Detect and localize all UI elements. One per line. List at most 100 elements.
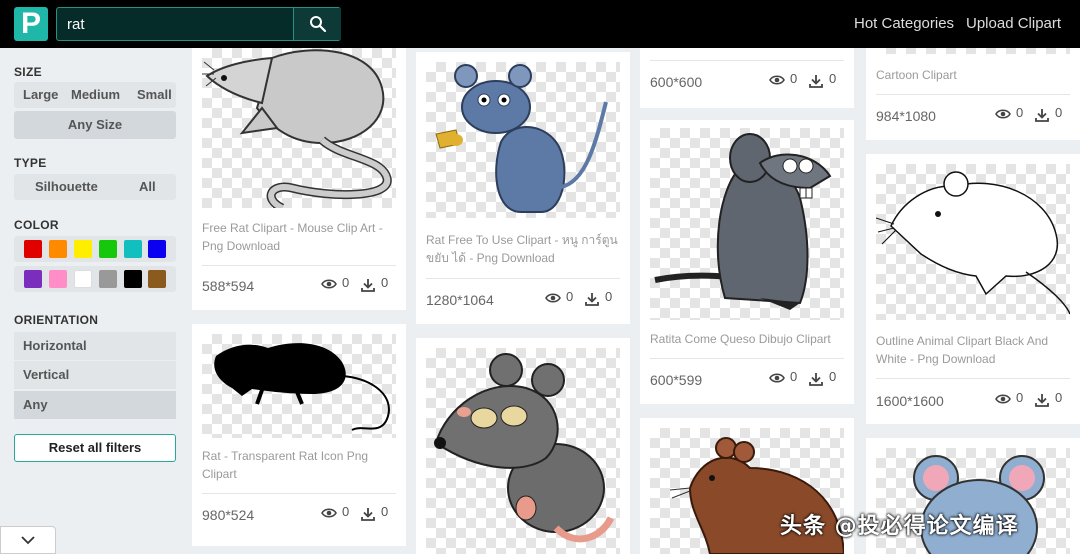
type-silhouette[interactable]: Silhouette	[35, 174, 98, 200]
top-bar: P Hot Categories Upload Clipart	[0, 0, 1080, 48]
clipart-card[interactable]: Cartoon Clipart 984*1080 0 0	[866, 48, 1080, 140]
color-swatch[interactable]	[49, 270, 67, 288]
download-icon	[809, 373, 823, 386]
card-title[interactable]: Rat Free To Use Clipart - หนู การ์ตูน ขย…	[426, 231, 622, 267]
card-dimensions: 1280*1064	[426, 292, 494, 308]
download-count-value: 0	[605, 289, 613, 304]
eye-icon	[769, 75, 785, 85]
outline-rat-icon	[876, 164, 1070, 320]
nav-upload-clipart[interactable]: Upload Clipart	[966, 0, 1061, 48]
card-divider	[876, 94, 1070, 95]
clipart-card[interactable]: Free Rat Clipart - Mouse Clip Art - Png …	[192, 48, 406, 310]
color-swatch[interactable]	[99, 270, 117, 288]
clipart-card[interactable]: Ratita Come Queso Dibujo Clipart 600*599…	[640, 120, 854, 404]
color-swatch[interactable]	[148, 270, 166, 288]
color-swatch[interactable]	[74, 240, 92, 258]
card-dimensions: 980*524	[202, 507, 255, 523]
filter-sidebar: SIZE Large Medium Small Any Size TYPE Si…	[0, 48, 190, 554]
size-small[interactable]: Small	[137, 82, 172, 108]
gray-rat-clipart-icon	[202, 48, 396, 208]
color-swatch[interactable]	[124, 240, 142, 258]
card-divider	[426, 278, 620, 279]
type-all[interactable]: All	[139, 174, 156, 200]
orientation-title: ORIENTATION	[14, 313, 99, 327]
eye-icon	[545, 293, 561, 303]
download-icon	[361, 508, 375, 521]
color-swatch[interactable]	[148, 240, 166, 258]
card-title[interactable]: Outline Animal Clipart Black And White -…	[876, 332, 1072, 368]
download-icon	[1035, 109, 1049, 122]
rat-silhouette-icon	[202, 334, 396, 438]
orientation-horizontal[interactable]: Horizontal	[14, 332, 176, 360]
eye-icon	[995, 109, 1011, 119]
watermark-text: 头条 @投必得论文编译	[780, 514, 1019, 539]
view-count-value: 0	[790, 369, 798, 384]
cropped-clipart-icon	[876, 48, 1070, 54]
card-title[interactable]: Rat - Transparent Rat Icon Png Clipart	[202, 447, 398, 483]
clipart-card[interactable]: 600*600 0 0	[640, 48, 854, 108]
download-icon	[361, 279, 375, 292]
eye-icon	[995, 394, 1011, 404]
view-count-value: 0	[342, 504, 350, 519]
color-swatch[interactable]	[74, 270, 92, 288]
search-box	[56, 7, 341, 41]
orientation-vertical[interactable]: Vertical	[14, 361, 176, 389]
card-divider	[650, 60, 844, 61]
card-divider	[876, 378, 1070, 379]
sleepy-rat-icon	[426, 348, 620, 554]
collapse-toggle[interactable]	[0, 526, 56, 554]
size-options: Large Medium Small	[14, 82, 176, 108]
site-logo[interactable]: P	[14, 7, 48, 41]
card-divider	[650, 358, 844, 359]
clipart-card[interactable]: Rat Free To Use Clipart - หนู การ์ตูน ขย…	[416, 52, 630, 324]
gray-rat-standing-icon	[650, 128, 844, 320]
download-icon	[809, 75, 823, 88]
size-medium[interactable]: Medium	[71, 82, 120, 108]
search-button[interactable]	[293, 8, 341, 40]
chevron-down-icon	[21, 536, 35, 545]
download-count-value: 0	[1055, 390, 1063, 405]
size-any[interactable]: Any Size	[14, 111, 176, 139]
download-count-value: 0	[829, 71, 837, 86]
color-swatch[interactable]	[124, 270, 142, 288]
type-options: Silhouette All	[14, 174, 176, 200]
clipart-card[interactable]: Outline Animal Clipart Black And White -…	[866, 154, 1080, 424]
color-swatch[interactable]	[24, 270, 42, 288]
type-title: TYPE	[14, 156, 47, 170]
clipart-card[interactable]	[416, 338, 630, 554]
search-input[interactable]	[57, 8, 293, 40]
nav-hot-categories[interactable]: Hot Categories	[854, 0, 954, 48]
download-count-value: 0	[829, 369, 837, 384]
view-count-value: 0	[1016, 390, 1024, 405]
clipart-card[interactable]: Rat - Transparent Rat Icon Png Clipart 9…	[192, 324, 406, 546]
blue-rat-cheese-icon	[426, 62, 620, 218]
size-large[interactable]: Large	[23, 82, 58, 108]
color-swatch[interactable]	[24, 240, 42, 258]
download-icon	[1035, 394, 1049, 407]
color-swatch[interactable]	[99, 240, 117, 258]
reset-filters-button[interactable]: Reset all filters	[14, 434, 176, 462]
view-count-value: 0	[1016, 105, 1024, 120]
card-divider	[202, 493, 396, 494]
color-title: COLOR	[14, 218, 59, 232]
card-dimensions: 1600*1600	[876, 393, 944, 409]
eye-icon	[321, 279, 337, 289]
card-title[interactable]: Cartoon Clipart	[876, 66, 1072, 84]
card-dimensions: 588*594	[202, 278, 255, 294]
logo-letter: P	[20, 7, 41, 40]
card-dimensions: 600*599	[650, 372, 703, 388]
card-dimensions: 984*1080	[876, 108, 936, 124]
card-title[interactable]: Ratita Come Queso Dibujo Clipart	[650, 330, 846, 348]
download-count-value: 0	[381, 504, 389, 519]
view-count-value: 0	[790, 71, 798, 86]
card-title[interactable]: Free Rat Clipart - Mouse Clip Art - Png …	[202, 219, 398, 255]
eye-icon	[321, 508, 337, 518]
eye-icon	[769, 373, 785, 383]
color-swatch[interactable]	[49, 240, 67, 258]
orientation-any[interactable]: Any	[14, 391, 176, 419]
download-icon	[585, 293, 599, 306]
download-count-value: 0	[381, 275, 389, 290]
size-title: SIZE	[14, 65, 42, 79]
card-divider	[202, 265, 396, 266]
download-count-value: 0	[1055, 105, 1063, 120]
